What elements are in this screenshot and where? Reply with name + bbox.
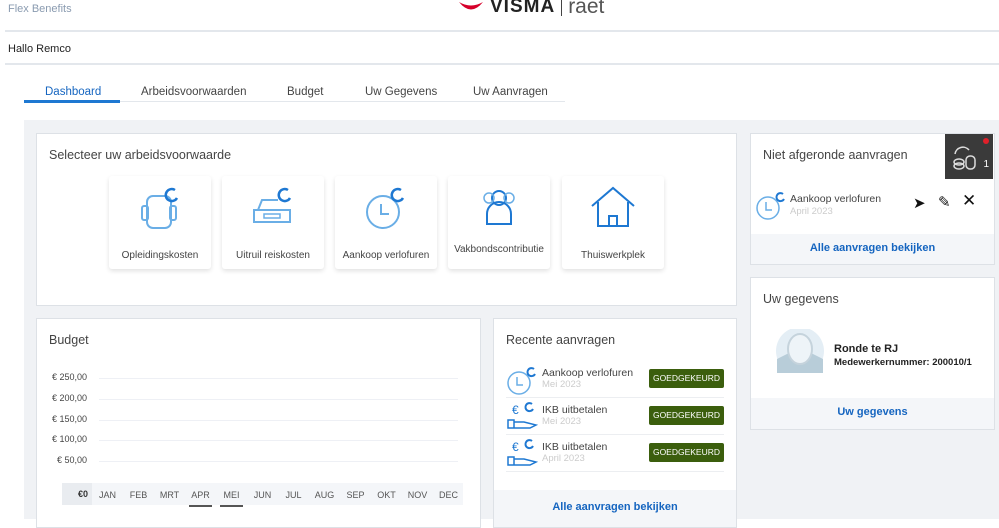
x-tick-label[interactable]: DEC (433, 490, 464, 500)
card-title: Selecteer uw arbeidsvoorwaarde (49, 148, 232, 162)
recent-footer: Alle aanvragen bekijken (494, 490, 736, 527)
delete-icon[interactable]: ✕ (962, 191, 976, 211)
tile-aankoop-verlofuren[interactable]: Aankoop verlofuren (335, 176, 437, 269)
gridline (99, 419, 458, 421)
request-date: Mei 2023 (542, 379, 582, 390)
budget-chart: € 50,00 € 100,00 € 150,00 € 200,00 € 250,00 €… (37, 319, 480, 527)
send-icon[interactable]: ➤ (913, 194, 926, 212)
active-tab-indicator (24, 100, 120, 103)
gridline (99, 378, 458, 379)
recent-request-item[interactable]: Aankoop verlofuren Mei 2023 GOEDGEKEURD (506, 361, 724, 398)
tab-budget[interactable]: Budget (287, 86, 323, 98)
gridline (99, 440, 458, 442)
visma-raet-logo: VISMA raet (458, 0, 604, 18)
y-tick-label: € 100,00 (51, 434, 87, 445)
request-name: Aankoop verlofuren (542, 367, 634, 379)
all-requests-link[interactable]: Alle aanvragen bekijken (552, 501, 677, 513)
divider (5, 63, 999, 65)
badge-count: 1 (983, 159, 989, 170)
euro-hand-icon: € (507, 402, 538, 429)
tab-arbeidsvoorwaarden[interactable]: Arbeidsvoorwaarden (141, 86, 246, 98)
x-tick-label[interactable]: JUL (278, 490, 309, 500)
profile-name: Ronde te RJ (834, 343, 899, 355)
x-tick-label[interactable]: SEP (340, 490, 371, 500)
clock-icon (507, 367, 536, 395)
svg-text:€: € (512, 440, 519, 454)
request-date: April 2023 (542, 453, 585, 464)
x-tick-label[interactable]: NOV (402, 490, 433, 500)
status-badge: GOEDGEKEURD (649, 406, 724, 425)
x-tick-label[interactable]: APR (185, 490, 216, 500)
tile-opleidingskosten[interactable]: Opleidingskosten (109, 176, 211, 269)
all-requests-link[interactable]: Alle aanvragen bekijken (810, 242, 935, 254)
clock-icon (756, 192, 785, 220)
divider (5, 30, 999, 32)
employee-number: Medewerkernummer: 200010/1 (834, 357, 972, 368)
card-title: Niet afgeronde aanvragen (763, 148, 908, 162)
clock-icon (366, 187, 405, 229)
month-highlight (220, 505, 243, 507)
car-icon (253, 187, 292, 223)
y-tick-label: € 250,00 (51, 372, 87, 382)
recent-request-item[interactable]: € IKB uitbetalen Mei 2023 GOEDGEKEURD (506, 398, 724, 435)
pending-item-name: Aankoop verlofuren (790, 193, 882, 205)
pending-badge[interactable]: 1 (945, 134, 993, 179)
x-tick-label[interactable]: MEI (216, 490, 247, 500)
zero-label: €0 (62, 483, 92, 505)
card-title: Uw gegevens (763, 292, 839, 306)
select-benefit-card: Selecteer uw arbeidsvoorwaarde Opleiding… (36, 133, 737, 306)
tile-thuiswerkplek[interactable]: Thuiswerkplek (562, 176, 664, 269)
profile-footer: Uw gegevens (751, 398, 994, 429)
pending-footer: Alle aanvragen bekijken (751, 234, 994, 264)
x-tick-label[interactable]: AUG (309, 490, 340, 500)
budget-card: Budget € 50,00 € 100,00 € 150,00 € 200,00 € … (36, 318, 481, 528)
visma-logo-icon (459, 2, 483, 10)
status-badge: GOEDGEKEURD (649, 443, 724, 462)
card-title: Recente aanvragen (506, 333, 616, 347)
svg-text:€: € (512, 403, 519, 417)
month-highlight (189, 505, 212, 507)
tile-uitruil-reiskosten[interactable]: Uitruil reiskosten (222, 176, 324, 269)
profile-card: Uw gegevens Ronde te RJ Medewerkernummer… (750, 277, 995, 430)
edit-icon[interactable]: ✎ (938, 193, 951, 211)
backpack-icon (141, 187, 179, 229)
house-icon (591, 186, 635, 227)
tile-vakbondscontributie[interactable]: Vakbondscontributie (448, 176, 550, 269)
y-tick-label: € 150,00 (51, 413, 87, 424)
gridline (99, 461, 458, 463)
tab-uw-gegevens[interactable]: Uw Gegevens (365, 86, 437, 98)
recent-requests-card: Recente aanvragen Aankoop verlofuren Mei … (493, 318, 737, 528)
tab-dashboard[interactable]: Dashboard (45, 86, 101, 98)
greeting: Hallo Remco (8, 43, 71, 55)
x-tick-label[interactable]: FEB (123, 490, 154, 500)
profile-link[interactable]: Uw gegevens (837, 406, 907, 418)
pending-item-date: April 2023 (790, 206, 833, 217)
pending-requests-card: Niet afgeronde aanvragen 1 Aankoop verlo… (750, 133, 995, 265)
request-date: Mei 2023 (542, 416, 582, 427)
x-tick-label[interactable]: OKT (371, 490, 402, 500)
notification-dot (983, 138, 989, 144)
request-name: IKB uitbetalen (542, 441, 608, 453)
y-tick-label: € 50,00 (56, 455, 87, 466)
x-tick-label[interactable]: MRT (154, 490, 185, 500)
coins-exchange-icon (953, 146, 976, 170)
avatar (776, 329, 824, 373)
status-badge: GOEDGEKEURD (649, 369, 724, 388)
x-tick-label[interactable]: JAN (92, 490, 123, 500)
app-title: Flex Benefits (8, 3, 72, 15)
euro-hand-icon: € (507, 439, 538, 466)
x-tick-label[interactable]: JUN (247, 490, 278, 500)
people-icon (483, 190, 515, 225)
recent-request-item[interactable]: € IKB uitbetalen April 2023 GOEDGEKEURD (506, 435, 724, 472)
request-name: IKB uitbetalen (542, 404, 608, 416)
y-tick-label: € 200,00 (51, 392, 87, 403)
tab-uw-aanvragen[interactable]: Uw Aanvragen (473, 86, 548, 98)
gridline (99, 398, 458, 400)
